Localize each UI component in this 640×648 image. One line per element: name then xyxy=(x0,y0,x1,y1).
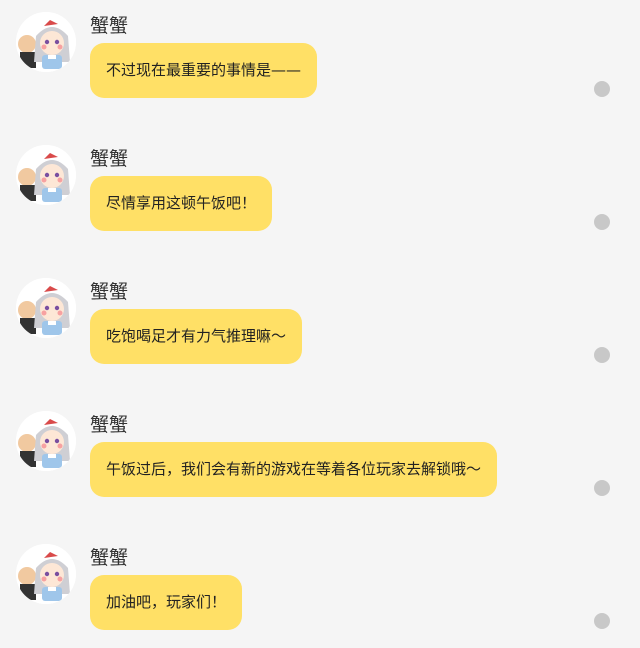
status-dot-icon[interactable] xyxy=(594,347,610,363)
chat-list: 蟹蟹 不过现在最重要的事情是—— 蟹蟹 尽情享用这顿午饭吧！ 蟹蟹 吃饱喝足才有… xyxy=(0,0,640,648)
character-avatar-icon xyxy=(16,12,76,72)
character-avatar-icon xyxy=(16,278,76,338)
avatar[interactable] xyxy=(16,544,76,604)
chat-message: 蟹蟹 午饭过后，我们会有新的游戏在等着各位玩家去解锁哦～ xyxy=(0,399,640,499)
message-bubble[interactable]: 尽情享用这顿午饭吧！ xyxy=(90,176,273,231)
avatar[interactable] xyxy=(16,12,76,72)
character-avatar-icon xyxy=(16,411,76,471)
sender-name: 蟹蟹 xyxy=(90,547,129,569)
character-avatar-icon xyxy=(16,145,76,205)
status-dot-icon[interactable] xyxy=(594,81,610,97)
status-dot-icon[interactable] xyxy=(594,480,610,496)
message-bubble[interactable]: 不过现在最重要的事情是—— xyxy=(90,43,318,98)
status-dot-icon[interactable] xyxy=(594,214,610,230)
chat-message: 蟹蟹 加油吧，玩家们！ xyxy=(0,532,640,632)
message-bubble[interactable]: 加油吧，玩家们！ xyxy=(90,575,243,630)
sender-name: 蟹蟹 xyxy=(90,281,129,303)
message-bubble[interactable]: 吃饱喝足才有力气推理嘛～ xyxy=(90,309,303,364)
sender-name: 蟹蟹 xyxy=(90,148,129,170)
chat-message: 蟹蟹 吃饱喝足才有力气推理嘛～ xyxy=(0,266,640,366)
chat-message: 蟹蟹 不过现在最重要的事情是—— xyxy=(0,0,640,100)
sender-name: 蟹蟹 xyxy=(90,414,129,436)
status-dot-icon[interactable] xyxy=(594,613,610,629)
message-bubble[interactable]: 午饭过后，我们会有新的游戏在等着各位玩家去解锁哦～ xyxy=(90,442,498,497)
avatar[interactable] xyxy=(16,411,76,471)
chat-message: 蟹蟹 尽情享用这顿午饭吧！ xyxy=(0,133,640,233)
avatar[interactable] xyxy=(16,145,76,205)
avatar[interactable] xyxy=(16,278,76,338)
sender-name: 蟹蟹 xyxy=(90,15,129,37)
character-avatar-icon xyxy=(16,544,76,604)
